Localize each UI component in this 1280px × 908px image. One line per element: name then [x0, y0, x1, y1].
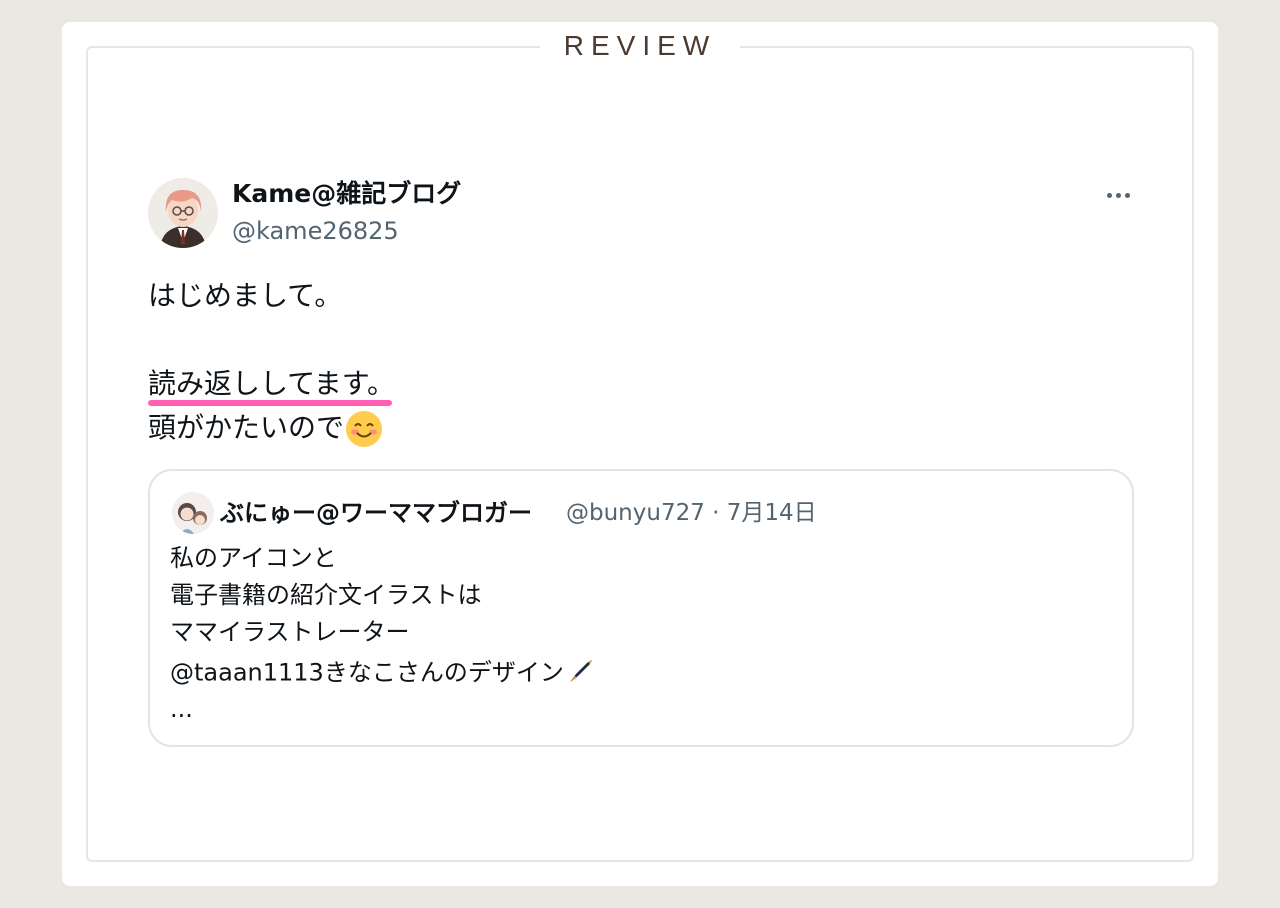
quoted-text-ellipsis: ... — [170, 695, 193, 723]
fountain-pen-emoji-icon — [566, 654, 598, 693]
tweet-text-line: 読み返ししてます。 — [148, 367, 395, 400]
quoted-text-line: ママイラストレーター — [170, 618, 410, 646]
author-name[interactable]: Kame@雑記ブログ — [232, 178, 461, 210]
quoted-text-line4: @taaan1113きなこさんのデザイン — [170, 658, 564, 687]
quoted-avatar[interactable] — [172, 492, 214, 534]
highlight-underline — [148, 400, 392, 406]
tweet-text-line: はじめまして。 — [148, 279, 343, 312]
tweet-text-line3: 頭がかたいので — [148, 411, 345, 444]
section-title: REVIEW — [540, 28, 740, 64]
more-options-icon[interactable] — [1098, 180, 1138, 210]
quoted-text-line: 電子書籍の紹介文イラストは — [170, 581, 482, 609]
quoted-text-line: @taaan1113きなこさんのデザイン — [170, 654, 598, 693]
quoted-text-line: 私のアイコンと — [170, 544, 337, 572]
quoted-author-name[interactable]: ぶにゅー@ワーママブロガー — [220, 497, 532, 529]
quoted-avatar-illustration-icon — [172, 492, 214, 534]
avatar-illustration-icon — [148, 178, 218, 248]
author-handle[interactable]: @kame26825 — [232, 215, 399, 247]
smiling-face-emoji-icon — [346, 411, 383, 447]
tweet-text-line: 頭がかたいので — [148, 410, 383, 447]
avatar[interactable] — [148, 178, 218, 248]
quoted-meta[interactable]: @bunyu727 · 7月14日 — [566, 497, 817, 529]
